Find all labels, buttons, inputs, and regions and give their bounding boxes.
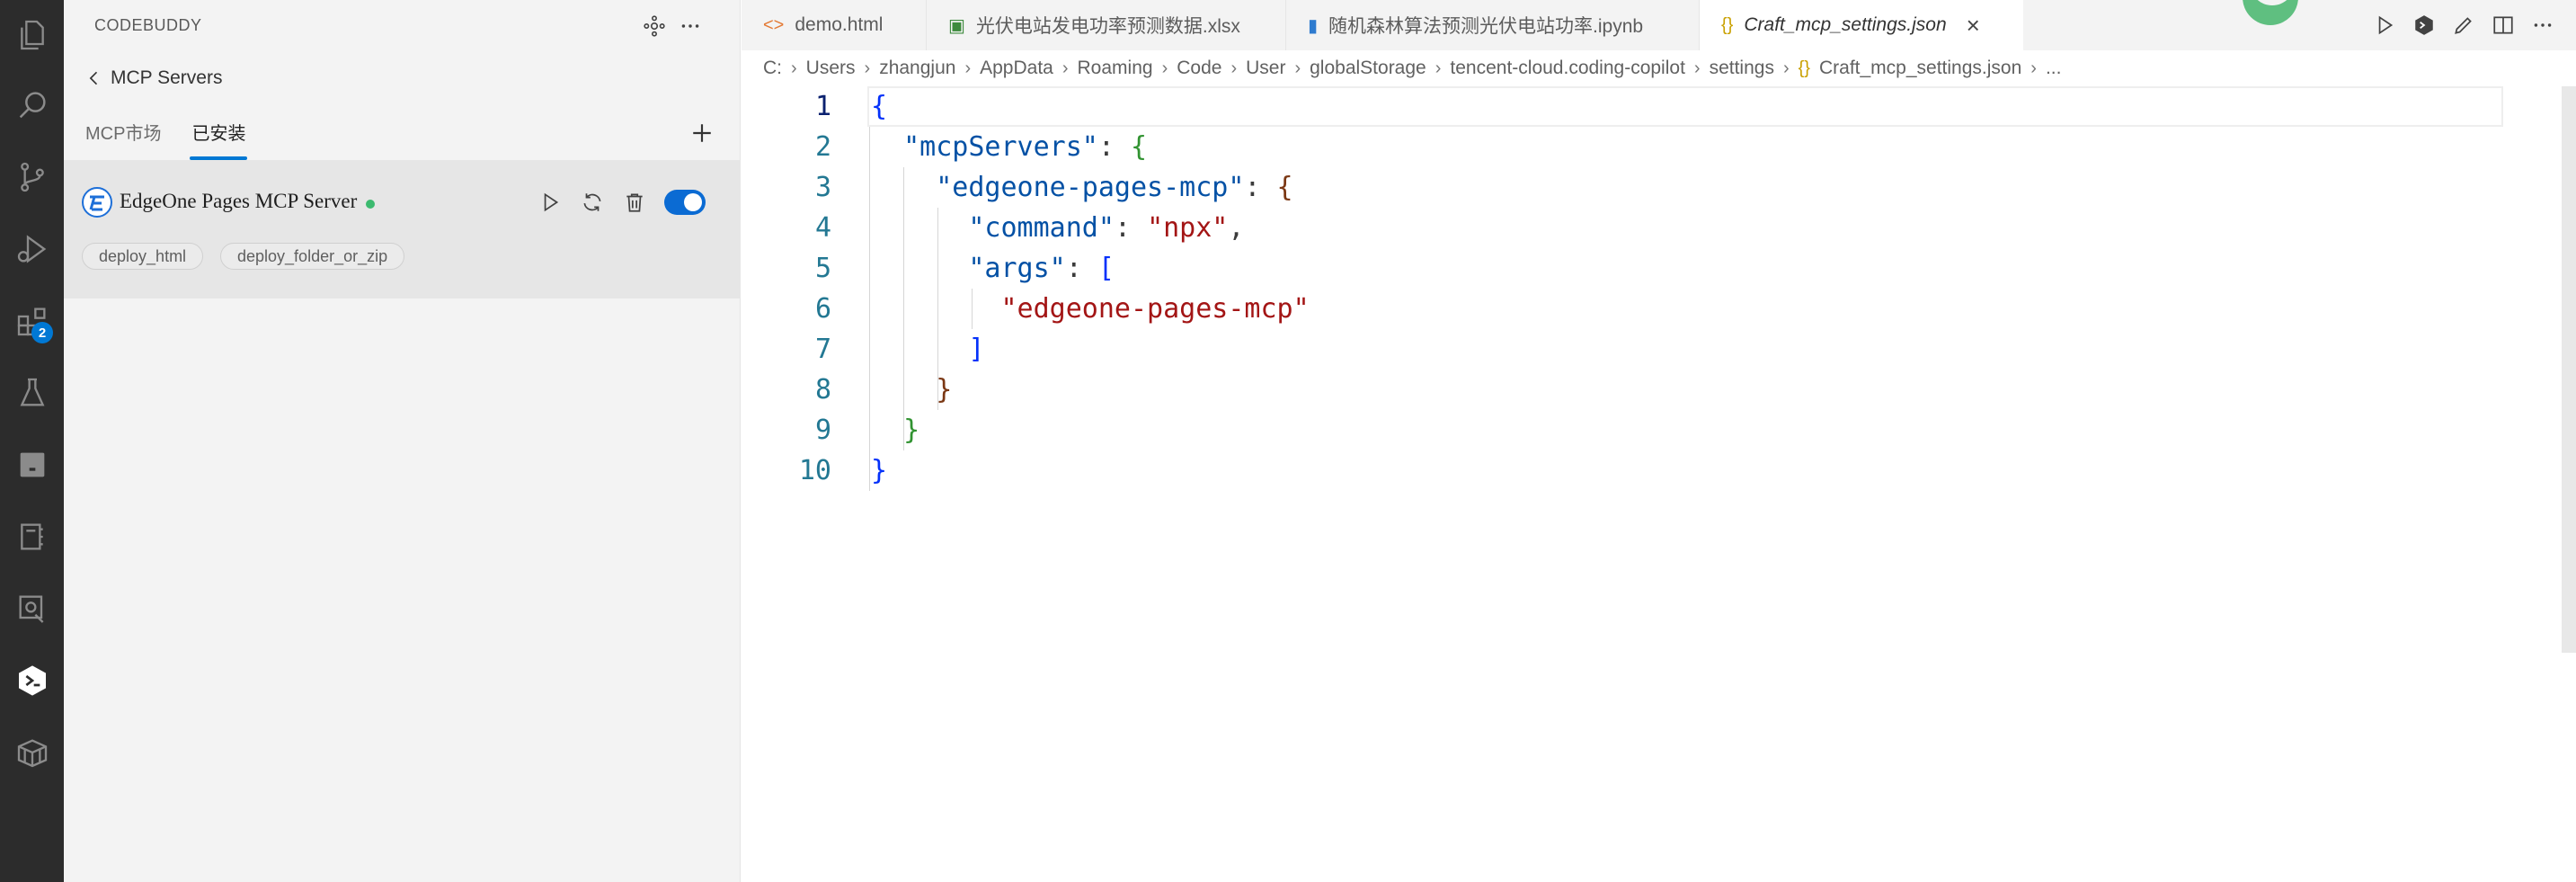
refresh-icon (583, 193, 601, 211)
editor-tab-bar: <> demo.html ▣ 光伏电站发电功率预测数据.xlsx ▮ 随机森林算… (742, 0, 2576, 50)
run-debug-icon[interactable] (0, 218, 64, 281)
breadcrumb-item[interactable]: User (1246, 58, 1285, 79)
json-file-icon: {} (1798, 58, 1810, 78)
codebuddy-icon (2415, 15, 2433, 35)
code-line: 4 "command": "npx", (814, 212, 1245, 244)
source-control-icon[interactable] (0, 146, 64, 209)
breadcrumb-item[interactable]: Craft_mcp_settings.json (1819, 58, 2021, 79)
back-label: MCP Servers (111, 67, 223, 88)
tab-xlsx[interactable]: ▣ 光伏电站发电功率预测数据.xlsx (927, 0, 1286, 50)
breadcrumb-item[interactable]: settings (1710, 58, 1774, 79)
restart-server-button[interactable] (577, 187, 608, 218)
server-name: EdgeOne Pages MCP Server (120, 190, 358, 212)
server-card[interactable]: EdgeOne Pages MCP Server deploy_html dep… (64, 160, 741, 298)
run-file-button[interactable] (2368, 9, 2401, 41)
assistant-avatar (2243, 0, 2298, 25)
notebook-file-icon: ▮ (1308, 15, 1319, 36)
code-line: 1 { (742, 86, 2503, 127)
breadcrumb: C: › Users › zhangjun › AppData › Roaming › C… (763, 58, 2062, 79)
excel-file-icon: ▣ (948, 15, 965, 36)
breadcrumb-item[interactable]: Code (1177, 58, 1221, 79)
tab-ipynb[interactable]: ▮ 随机森林算法预测光伏电站功率.ipynb (1286, 0, 1700, 50)
tool-chip-deploy-html[interactable]: deploy_html (82, 243, 204, 270)
server-enable-toggle[interactable] (664, 190, 706, 215)
panel-icon[interactable] (0, 433, 64, 496)
current-line-highlight (867, 86, 2503, 127)
search-icon[interactable] (0, 74, 64, 137)
split-editor-button[interactable] (2487, 9, 2519, 41)
breadcrumb-item[interactable]: AppData (980, 58, 1053, 79)
server-status-dot (366, 200, 375, 209)
split-icon (2493, 16, 2513, 34)
panel-title: CODEBUDDY (94, 16, 202, 34)
editor-area: <> demo.html ▣ 光伏电站发电功率预测数据.xlsx ▮ 随机森林算… (742, 0, 2576, 882)
add-server-button[interactable] (684, 115, 720, 151)
vertical-scrollbar[interactable] (2562, 86, 2576, 653)
explorer-icon[interactable] (0, 4, 64, 67)
breadcrumb-item[interactable]: tencent-cloud.coding-copilot (1450, 58, 1685, 79)
code-editor[interactable]: 1 { 2 "mcpServers": { 3 "edgeone-pages-m… (742, 86, 2576, 882)
code-line: 6 "edgeone-pages-mcp" (814, 293, 1310, 325)
mcp-tabs: MCP市场 已安装 (85, 115, 248, 160)
breadcrumb-item[interactable]: Roaming (1078, 58, 1153, 79)
play-icon (544, 192, 559, 212)
breadcrumb-item[interactable]: C: (763, 58, 782, 79)
breadcrumb-item[interactable]: ... (2046, 58, 2062, 79)
delete-server-button[interactable] (619, 187, 650, 218)
code-line: 10 } (798, 455, 888, 486)
code-line: 2 "mcpServers": { (814, 131, 1148, 163)
back-button[interactable]: MCP Servers (85, 63, 222, 94)
edgeone-logo-icon (82, 187, 112, 218)
chevron-left-icon (89, 71, 98, 85)
codebuddy-action-button[interactable] (2408, 9, 2440, 41)
more-icon[interactable] (675, 11, 706, 41)
mcp-hub-icon[interactable] (639, 11, 670, 41)
more-actions-button[interactable] (2527, 9, 2559, 41)
extensions-badge: 2 (31, 322, 53, 343)
testing-icon[interactable] (0, 361, 64, 424)
play-icon (2378, 15, 2394, 35)
packages-icon[interactable] (0, 721, 64, 784)
breadcrumb-item[interactable]: zhangjun (879, 58, 955, 79)
trash-icon (626, 193, 643, 212)
code-line: 9 } (814, 414, 920, 446)
remote-icon[interactable] (0, 577, 64, 640)
codebuddy-panel: CODEBUDDY MCP Servers MCP市场 已安装 EdgeOne … (64, 0, 741, 882)
code-line: 7 ] (814, 334, 985, 365)
more-icon (2534, 23, 2552, 27)
vscode-window: 2 CODEBUDDY MCP Servers MCP市场 已安装 EdgeOn… (0, 0, 2576, 882)
panel-header: CODEBUDDY (64, 0, 741, 50)
json-file-icon: {} (1721, 14, 1734, 35)
pencil-icon (2455, 17, 2472, 34)
breadcrumb-item[interactable]: Users (806, 58, 856, 79)
tab-installed[interactable]: 已安装 (190, 115, 248, 160)
activity-bar: 2 (0, 0, 64, 882)
tab-mcp-market[interactable]: MCP市场 (85, 115, 161, 160)
close-tab-icon[interactable]: × (1967, 12, 1980, 40)
code-line: 5 "args": [ (814, 253, 1115, 284)
html-file-icon: <> (763, 14, 785, 35)
run-server-button[interactable] (535, 187, 565, 218)
code-line: 8 } (814, 374, 953, 405)
codebuddy-icon[interactable] (0, 649, 64, 712)
extensions-icon[interactable]: 2 (0, 290, 64, 352)
tab-craft-mcp-settings[interactable]: {} Craft_mcp_settings.json × (1700, 0, 2023, 50)
code-line: 3 "edgeone-pages-mcp": { (814, 172, 1293, 203)
plus-icon (693, 124, 711, 142)
tab-demo-html[interactable]: <> demo.html (742, 0, 927, 50)
edit-button[interactable] (2447, 9, 2480, 41)
tool-chip-deploy-folder[interactable]: deploy_folder_or_zip (220, 243, 405, 270)
breadcrumb-item[interactable]: globalStorage (1310, 58, 1426, 79)
notebook-icon[interactable] (0, 505, 64, 568)
